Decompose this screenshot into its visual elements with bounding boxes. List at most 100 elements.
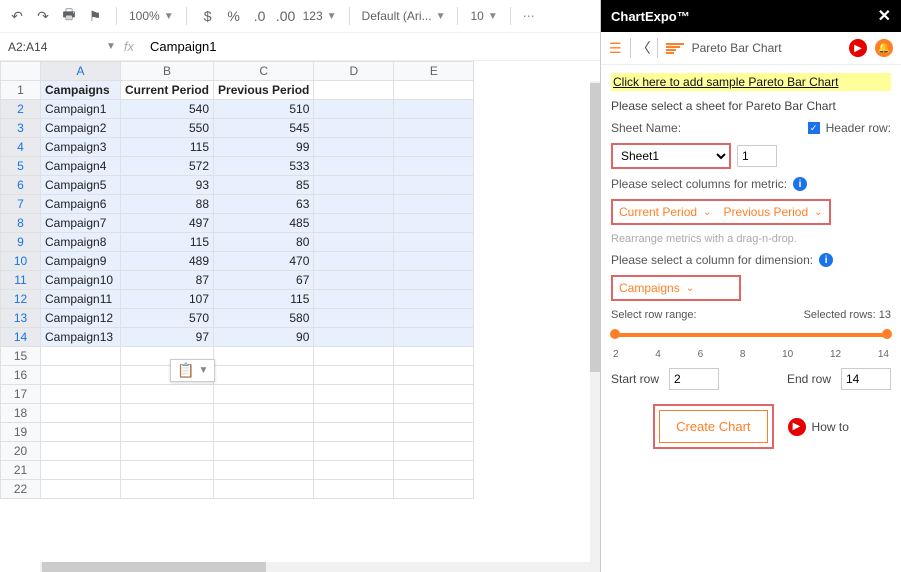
cell[interactable] <box>394 157 474 176</box>
cell[interactable] <box>214 423 314 442</box>
cell[interactable] <box>314 404 394 423</box>
cell[interactable]: 572 <box>121 157 214 176</box>
cell[interactable] <box>394 290 474 309</box>
redo-icon[interactable]: ↷ <box>34 8 52 25</box>
cell[interactable] <box>394 480 474 499</box>
cell[interactable]: Campaign9 <box>41 252 121 271</box>
cell[interactable] <box>314 309 394 328</box>
cell[interactable]: Campaigns <box>41 81 121 100</box>
cell[interactable] <box>41 366 121 385</box>
cell[interactable]: 88 <box>121 195 214 214</box>
back-icon[interactable]: 〈 <box>630 38 658 58</box>
cell[interactable]: 550 <box>121 119 214 138</box>
cell[interactable] <box>121 385 214 404</box>
paste-options-widget[interactable]: 📋▼ <box>170 359 215 382</box>
font-size-dropdown[interactable]: 10▼ <box>470 9 497 23</box>
cell[interactable] <box>314 119 394 138</box>
cell[interactable] <box>314 81 394 100</box>
row-range-slider[interactable] <box>613 333 889 337</box>
cell[interactable] <box>41 442 121 461</box>
cell[interactable] <box>394 138 474 157</box>
bell-icon[interactable]: 🔔 <box>875 39 893 57</box>
cell[interactable] <box>41 461 121 480</box>
cell[interactable] <box>41 480 121 499</box>
header-row-input[interactable] <box>737 145 777 167</box>
cell[interactable]: Previous Period <box>214 81 314 100</box>
cell[interactable]: 489 <box>121 252 214 271</box>
close-icon[interactable]: ✕ <box>878 6 891 26</box>
cell[interactable]: 545 <box>214 119 314 138</box>
cell[interactable] <box>314 195 394 214</box>
currency-icon[interactable]: $ <box>199 8 217 24</box>
cell[interactable] <box>314 347 394 366</box>
cell[interactable] <box>394 195 474 214</box>
cell[interactable]: 115 <box>121 138 214 157</box>
dimension-select[interactable]: Campaigns⌄ <box>611 275 741 301</box>
metric-chip-previous[interactable]: Previous Period⌄ <box>723 205 822 219</box>
create-chart-button[interactable]: Create Chart <box>659 410 767 443</box>
cell[interactable] <box>314 138 394 157</box>
cell[interactable] <box>214 480 314 499</box>
cell[interactable] <box>394 100 474 119</box>
cell[interactable] <box>121 442 214 461</box>
cell[interactable]: 497 <box>121 214 214 233</box>
cell[interactable] <box>214 404 314 423</box>
cell[interactable]: 107 <box>121 290 214 309</box>
cell[interactable] <box>394 423 474 442</box>
cell[interactable] <box>314 442 394 461</box>
start-row-input[interactable] <box>669 368 719 390</box>
percent-icon[interactable]: % <box>225 8 243 24</box>
cell[interactable] <box>121 423 214 442</box>
cell[interactable]: 485 <box>214 214 314 233</box>
cell[interactable] <box>314 480 394 499</box>
cell[interactable] <box>314 328 394 347</box>
end-row-input[interactable] <box>841 368 891 390</box>
sheet-select[interactable]: Sheet1 <box>611 143 731 169</box>
cell[interactable] <box>121 480 214 499</box>
cell[interactable]: Current Period <box>121 81 214 100</box>
cell[interactable]: 510 <box>214 100 314 119</box>
cell[interactable]: 580 <box>214 309 314 328</box>
cell[interactable] <box>314 252 394 271</box>
cell[interactable] <box>314 100 394 119</box>
name-box-dropdown-icon[interactable]: ▼ <box>106 41 116 52</box>
cell[interactable]: Campaign11 <box>41 290 121 309</box>
cell[interactable] <box>394 233 474 252</box>
cell[interactable]: Campaign12 <box>41 309 121 328</box>
header-row-checkbox[interactable]: ✓ <box>808 122 820 134</box>
cell[interactable]: 97 <box>121 328 214 347</box>
info-icon[interactable]: i <box>819 253 833 267</box>
increase-decimal-icon[interactable]: .00 <box>277 8 295 24</box>
toolbar-more-icon[interactable]: ⋯ <box>523 9 535 23</box>
cell[interactable]: 63 <box>214 195 314 214</box>
how-to-link[interactable]: ▶ How to <box>788 418 849 436</box>
cell[interactable] <box>121 461 214 480</box>
cell[interactable]: Campaign6 <box>41 195 121 214</box>
cell[interactable] <box>314 214 394 233</box>
cell[interactable] <box>394 252 474 271</box>
cell[interactable] <box>41 347 121 366</box>
cell[interactable] <box>314 233 394 252</box>
cell[interactable]: 85 <box>214 176 314 195</box>
cell[interactable]: Campaign4 <box>41 157 121 176</box>
cell[interactable] <box>41 385 121 404</box>
cell[interactable] <box>394 404 474 423</box>
cell[interactable] <box>314 290 394 309</box>
cell[interactable]: 570 <box>121 309 214 328</box>
cell[interactable] <box>394 309 474 328</box>
cell[interactable] <box>41 404 121 423</box>
cell[interactable] <box>394 442 474 461</box>
undo-icon[interactable]: ↶ <box>8 8 26 25</box>
menu-icon[interactable]: ☰ <box>609 40 622 57</box>
cell[interactable] <box>214 461 314 480</box>
cell[interactable]: Campaign1 <box>41 100 121 119</box>
metric-chip-current[interactable]: Current Period⌄ <box>619 205 711 219</box>
cell[interactable]: Campaign5 <box>41 176 121 195</box>
cell[interactable]: 87 <box>121 271 214 290</box>
cell[interactable] <box>394 214 474 233</box>
cell[interactable] <box>314 423 394 442</box>
vertical-scrollbar[interactable] <box>590 81 600 562</box>
info-icon[interactable]: i <box>793 177 807 191</box>
cell[interactable]: 533 <box>214 157 314 176</box>
cell[interactable] <box>214 385 314 404</box>
